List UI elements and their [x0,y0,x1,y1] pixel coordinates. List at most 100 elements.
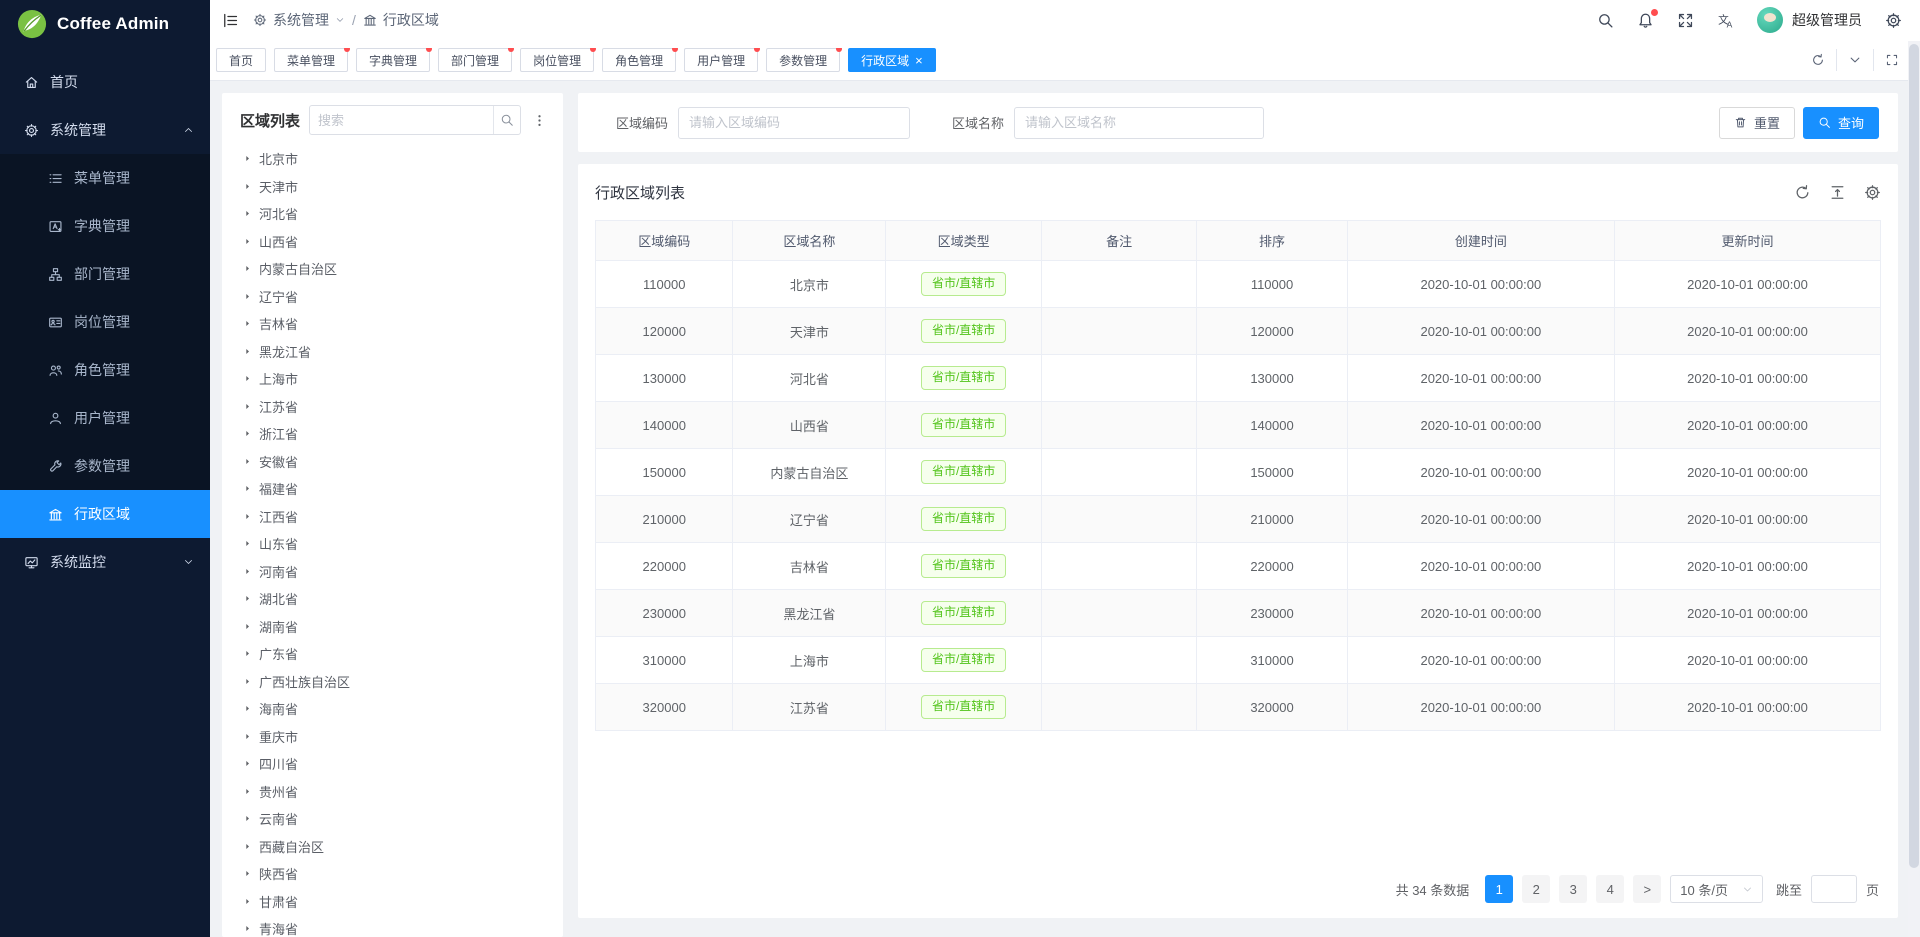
search-icon[interactable] [493,106,520,134]
tree-search-input[interactable] [310,113,493,128]
tree-item[interactable]: 河南省 [234,558,551,586]
cell-sort: 320000 [1197,684,1347,731]
tree-item[interactable]: 甘肃省 [234,888,551,916]
tab-red-dot [344,48,350,52]
tree-item[interactable]: 江西省 [234,503,551,531]
tree-item[interactable]: 北京市 [234,145,551,173]
sidebar-item-user[interactable]: 用户管理 [0,394,210,442]
tab-菜单管理[interactable]: 菜单管理 [274,48,348,72]
cell-updated: 2020-10-01 00:00:00 [1614,637,1880,684]
tree-item[interactable]: 河北省 [234,200,551,228]
notification-bell-icon[interactable] [1637,12,1654,29]
tree-item[interactable]: 广西壮族自治区 [234,668,551,696]
tab-red-dot [508,48,514,52]
column-settings-gear-icon[interactable] [1864,184,1881,201]
tree-item[interactable]: 四川省 [234,750,551,778]
row-height-icon[interactable] [1829,184,1846,201]
tree-item[interactable]: 浙江省 [234,420,551,448]
sidebar-item-wrench[interactable]: 参数管理 [0,442,210,490]
region-code-input[interactable] [678,107,910,139]
tree-item[interactable]: 山东省 [234,530,551,558]
page-size-select[interactable]: 10 条/页 [1670,875,1763,903]
cell-region-code: 320000 [596,684,733,731]
tab-行政区域[interactable]: 行政区域× [848,48,936,72]
settings-gear-icon[interactable] [1885,12,1902,29]
tree-item[interactable]: 山西省 [234,228,551,256]
menu-fold-icon[interactable] [222,12,239,29]
tree-item[interactable]: 上海市 [234,365,551,393]
tree-item-label: 贵州省 [259,782,298,801]
sidebar-item-list[interactable]: 菜单管理 [0,154,210,202]
page-button-3[interactable]: 3 [1559,875,1587,903]
jump-page-input[interactable] [1811,875,1857,903]
tab-首页[interactable]: 首页 [216,48,266,72]
sidebar-item-org[interactable]: 部门管理 [0,250,210,298]
sidebar-item-badge[interactable]: 岗位管理 [0,298,210,346]
user-menu[interactable]: 超级管理员 [1757,7,1862,33]
tab-用户管理[interactable]: 用户管理 [684,48,758,72]
tree-item[interactable]: 湖北省 [234,585,551,613]
tab-岗位管理[interactable]: 岗位管理 [520,48,594,72]
chevron-down-icon[interactable] [1836,49,1873,71]
tree-item[interactable]: 云南省 [234,805,551,833]
reset-button[interactable]: 重置 [1719,107,1795,139]
tree-item[interactable]: 黑龙江省 [234,338,551,366]
sidebar-item-gear[interactable]: 系统管理 [0,106,210,154]
app-window: Coffee Admin 首页系统管理菜单管理字典管理部门管理岗位管理角色管理用… [0,0,1920,937]
sidebar-item-home[interactable]: 首页 [0,58,210,106]
tree-item-label: 四川省 [259,754,298,773]
sidebar-item-bank[interactable]: 行政区域 [0,490,210,538]
sidebar-item-roles[interactable]: 角色管理 [0,346,210,394]
refresh-icon[interactable] [1800,49,1836,71]
avatar[interactable] [1757,7,1783,33]
tree-item[interactable]: 广东省 [234,640,551,668]
tree-item[interactable]: 海南省 [234,695,551,723]
maximize-icon[interactable] [1873,49,1910,71]
tree-item[interactable]: 天津市 [234,173,551,201]
tree-item[interactable]: 江苏省 [234,393,551,421]
tab-部门管理[interactable]: 部门管理 [438,48,512,72]
tree-item[interactable]: 重庆市 [234,723,551,751]
tree-item[interactable]: 内蒙古自治区 [234,255,551,283]
sidebar-item-label: 用户管理 [74,408,130,428]
table-row: 210000辽宁省省市/直辖市2100002020-10-01 00:00:00… [596,496,1881,543]
tab-参数管理[interactable]: 参数管理 [766,48,840,72]
page-buttons: 1234 > [1485,875,1661,903]
region-name-input[interactable] [1014,107,1264,139]
tree-item[interactable]: 湖南省 [234,613,551,641]
fullscreen-icon[interactable] [1677,12,1694,29]
query-button[interactable]: 查询 [1803,107,1879,139]
tab-角色管理[interactable]: 角色管理 [602,48,676,72]
tree-item[interactable]: 福建省 [234,475,551,503]
tree-item-label: 西藏自治区 [259,837,324,856]
tab-close-icon[interactable]: × [915,54,923,67]
tree-item[interactable]: 西藏自治区 [234,833,551,861]
region-type-badge: 省市/直辖市 [921,695,1006,719]
sidebar-item-monitor[interactable]: 系统监控 [0,538,210,586]
page-button-2[interactable]: 2 [1522,875,1550,903]
search-icon[interactable] [1597,12,1614,29]
tree-item[interactable]: 贵州省 [234,778,551,806]
scrollbar-thumb[interactable] [1909,44,1919,868]
tree-item-label: 江西省 [259,507,298,526]
sidebar-badge-icon [48,315,63,330]
cell-updated: 2020-10-01 00:00:00 [1614,590,1880,637]
tree-item-label: 山西省 [259,232,298,251]
next-page-button[interactable]: > [1633,875,1661,903]
page-button-4[interactable]: 4 [1596,875,1624,903]
tree-item[interactable]: 青海省 [234,915,551,937]
refresh-icon[interactable] [1794,184,1811,201]
cell-region-name: 北京市 [733,261,886,308]
cell-created: 2020-10-01 00:00:00 [1347,449,1614,496]
page-button-1[interactable]: 1 [1485,875,1513,903]
tree-item[interactable]: 辽宁省 [234,283,551,311]
translate-icon[interactable]: 文A [1717,12,1734,29]
tree-item[interactable]: 吉林省 [234,310,551,338]
tree-item[interactable]: 陕西省 [234,860,551,888]
sidebar-item-dict[interactable]: 字典管理 [0,202,210,250]
kebab-menu-icon[interactable] [530,111,549,130]
tab-字典管理[interactable]: 字典管理 [356,48,430,72]
tree-item[interactable]: 安徽省 [234,448,551,476]
tab-red-dot [590,48,596,52]
breadcrumb-section[interactable]: 系统管理 [253,10,345,30]
